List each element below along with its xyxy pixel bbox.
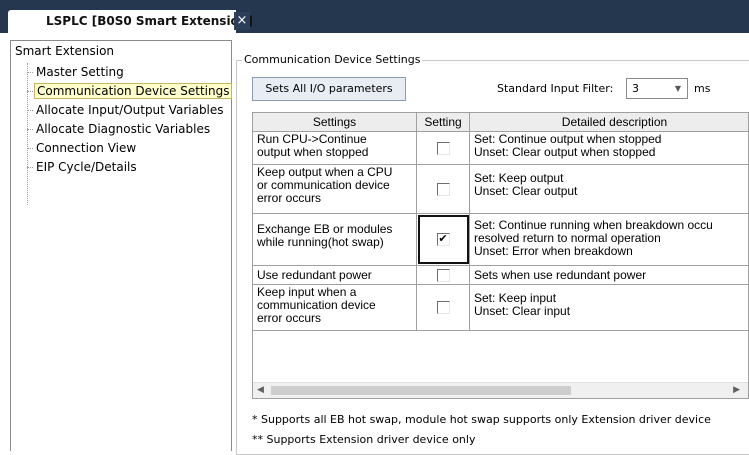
setting-checkbox[interactable] xyxy=(436,182,450,196)
setting-name-cell: Run CPU->Continue output when stopped xyxy=(253,132,417,164)
tree-item-connection-view[interactable]: Connection View xyxy=(34,141,138,155)
description-cell: Set: Continue output when stopped Unset:… xyxy=(470,132,748,164)
setting-checkbox-cell[interactable] xyxy=(417,285,470,330)
description-cell: Sets when use redundant power xyxy=(470,266,748,284)
setting-checkbox[interactable] xyxy=(436,141,450,155)
close-tab-icon[interactable]: × xyxy=(234,12,250,30)
description-cell: Set: Keep input Unset: Clear input xyxy=(470,285,748,330)
setting-checkbox-cell[interactable] xyxy=(417,165,470,213)
scroll-right-arrow-icon[interactable]: ▶ xyxy=(733,385,740,395)
column-header-detailed-description: Detailed description xyxy=(470,113,748,132)
extension-driver-footnote: ** Supports Extension driver device only xyxy=(252,433,476,446)
table-row: Run CPU->Continue output when stopped Se… xyxy=(253,132,748,165)
chevron-down-icon[interactable]: ▼ xyxy=(671,81,685,96)
table-row: Keep input when a communication device e… xyxy=(253,285,748,331)
setting-checkbox-cell[interactable]: ✔ xyxy=(417,214,470,265)
tree-connector-line xyxy=(27,63,28,205)
settings-grid: Settings Setting Detailed description Ru… xyxy=(252,112,749,399)
table-row: Exchange EB or modules while running(hot… xyxy=(253,214,748,266)
tab-underline xyxy=(0,33,749,36)
scrollbar-thumb[interactable] xyxy=(271,386,571,395)
horizontal-scrollbar[interactable]: ◀ ▶ xyxy=(253,382,748,398)
sets-all-io-parameters-button[interactable]: Sets All I/O parameters xyxy=(252,77,406,101)
tree-root-smart-extension[interactable]: Smart Extension xyxy=(15,44,114,58)
grid-header: Settings Setting Detailed description xyxy=(253,113,748,132)
tree-item-allocate-io-variables[interactable]: Allocate Input/Output Variables xyxy=(34,103,226,117)
tree-connector xyxy=(27,72,33,73)
hot-swap-footnote: * Supports all EB hot swap, module hot s… xyxy=(252,413,711,426)
filter-unit-label: ms xyxy=(694,82,711,95)
setting-checkbox[interactable] xyxy=(436,301,450,314)
group-title: Communication Device Settings xyxy=(242,53,423,66)
column-header-setting: Setting xyxy=(417,113,470,132)
tab-title: LSPLC [B0S0 Smart Extension] xyxy=(46,14,253,28)
setting-name-cell: Keep output when a CPU or communication … xyxy=(253,165,417,213)
table-row: Use redundant power Sets when use redund… xyxy=(253,266,748,285)
description-cell: Set: Keep output Unset: Clear output xyxy=(470,165,748,213)
setting-checkbox-cell[interactable] xyxy=(417,266,470,284)
tree-item-master-setting[interactable]: Master Setting xyxy=(34,65,126,79)
tree-item-eip-cycle-details[interactable]: EIP Cycle/Details xyxy=(34,160,139,174)
standard-input-filter-select[interactable]: 3 ▼ xyxy=(626,78,688,99)
setting-name-cell: Exchange EB or modules while running(hot… xyxy=(253,214,417,265)
tree-item-allocate-diagnostic-variables[interactable]: Allocate Diagnostic Variables xyxy=(34,122,212,136)
navigation-tree: Smart Extension Master Setting Communica… xyxy=(10,40,233,451)
setting-checkbox[interactable] xyxy=(436,268,450,282)
column-header-settings: Settings xyxy=(253,113,417,132)
tree-connector xyxy=(27,110,33,111)
tree-connector xyxy=(27,91,33,92)
document-tab[interactable]: LSPLC [B0S0 Smart Extension] xyxy=(8,10,253,33)
table-row: Keep output when a CPU or communication … xyxy=(253,165,748,214)
standard-input-filter-label: Standard Input Filter: xyxy=(497,82,614,95)
setting-checkbox-cell[interactable] xyxy=(417,132,470,164)
tree-connector xyxy=(27,148,33,149)
scroll-left-arrow-icon[interactable]: ◀ xyxy=(257,385,264,395)
description-cell: Set: Continue running when breakdown occ… xyxy=(470,214,748,265)
setting-checkbox-checked[interactable]: ✔ xyxy=(436,233,450,246)
tree-connector xyxy=(27,167,33,168)
setting-name-cell: Use redundant power xyxy=(253,266,417,284)
tree-connector xyxy=(27,129,33,130)
setting-name-cell: Keep input when a communication device e… xyxy=(253,285,417,330)
tree-item-communication-device-settings[interactable]: Communication Device Settings xyxy=(34,83,233,99)
document-tab-strip: LSPLC [B0S0 Smart Extension] × xyxy=(0,0,749,33)
filter-value: 3 xyxy=(632,82,639,95)
